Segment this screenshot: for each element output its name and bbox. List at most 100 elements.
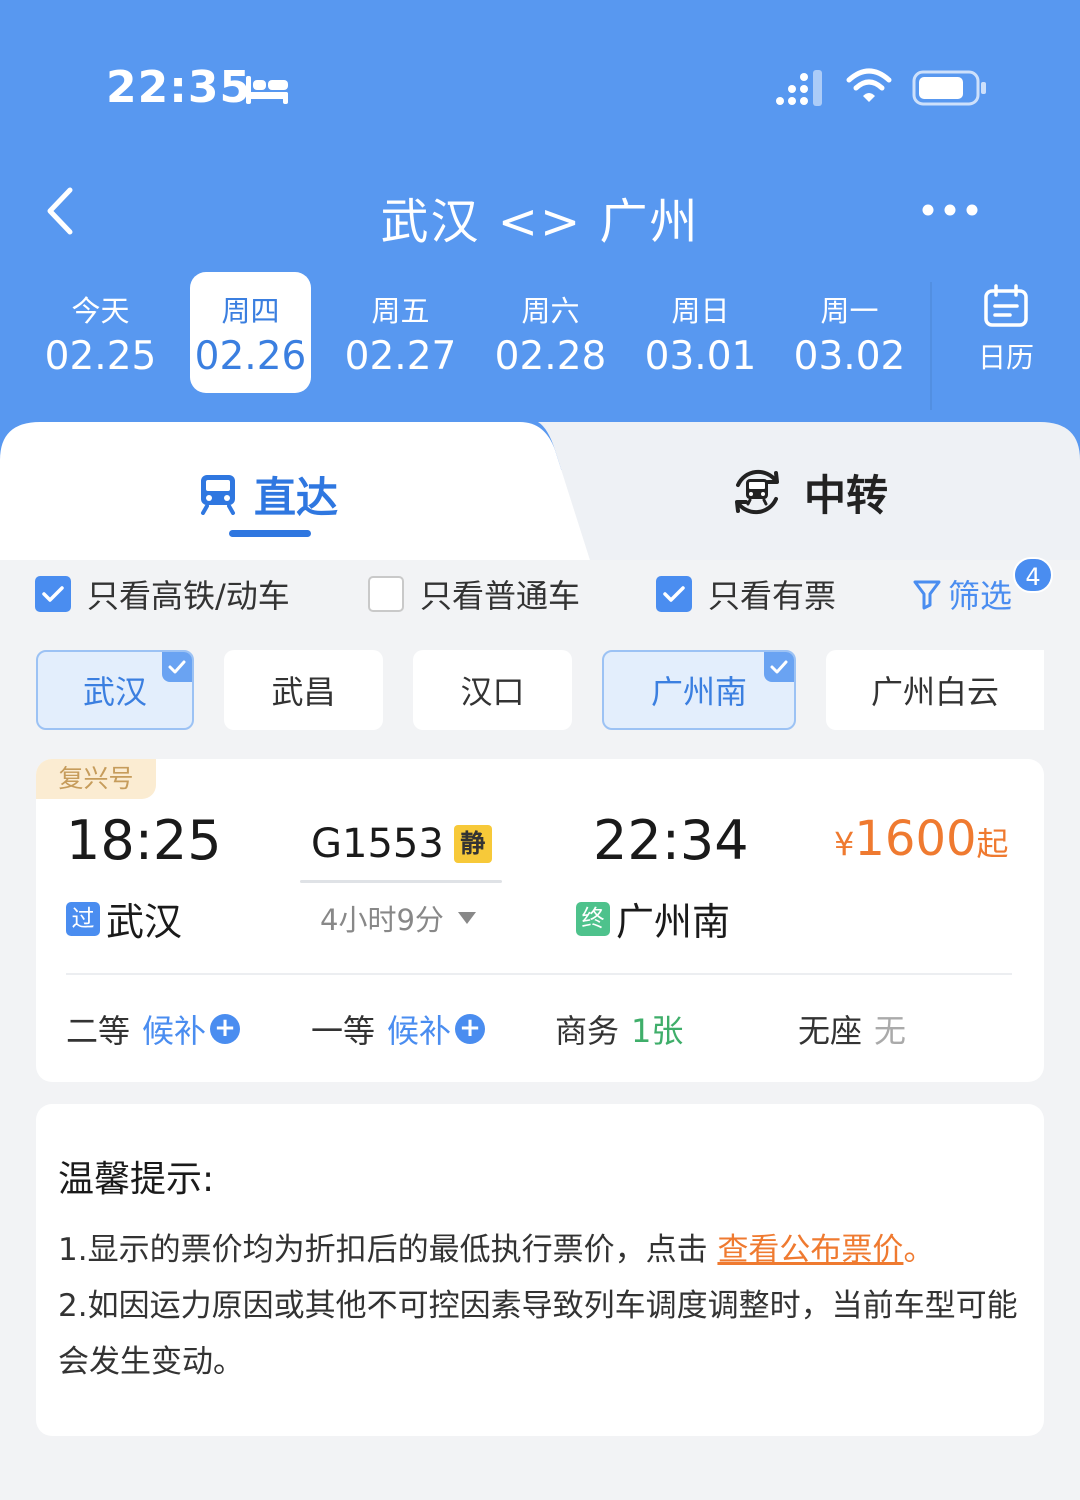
selected-check-icon xyxy=(162,652,192,682)
station-chip-guangzhou-baiyun[interactable]: 广州白云 xyxy=(826,650,1044,730)
seat-status: 候补 xyxy=(142,1012,207,1050)
duration-line xyxy=(300,880,502,883)
triangle-down-icon xyxy=(457,912,476,924)
seat-business-class[interactable]: 商务 1张 xyxy=(555,1007,683,1051)
pass-through-tag: 过 xyxy=(66,901,100,936)
seat-class-label: 一等 xyxy=(311,1012,376,1050)
wifi-icon xyxy=(846,68,892,102)
tab-transfer[interactable]: 中转 xyxy=(728,462,888,522)
published-fare-link[interactable]: 查看公布票价 xyxy=(717,1232,903,1268)
seat-status: 1张 xyxy=(631,1012,684,1050)
date-item-0225[interactable]: 今天 02.25 xyxy=(40,272,161,393)
date-value: 02.26 xyxy=(194,334,307,379)
filter-button-label: 筛选 xyxy=(948,577,1013,615)
divider xyxy=(66,973,1012,975)
checkbox-unchecked-icon[interactable] xyxy=(368,576,404,612)
price-value: 1600 xyxy=(854,811,977,867)
date-item-0227[interactable]: 周五 02.27 xyxy=(340,272,461,393)
seat-no-seat[interactable]: 无座 无 xyxy=(798,1007,906,1051)
tips-line-2: 2.如因运力原因或其他不可控因素导致列车调度调整时，当前车型可能会发生变动。 xyxy=(58,1288,1018,1380)
tab-direct[interactable]: 直达 xyxy=(198,464,338,524)
tab-transfer-label: 中转 xyxy=(804,470,889,520)
active-tab-indicator xyxy=(229,530,311,537)
date-value: 02.25 xyxy=(44,334,157,379)
divider xyxy=(930,282,932,410)
arrival-station-name: 广州南 xyxy=(616,900,731,944)
tab-background xyxy=(0,422,1080,560)
arrival-time: 22:34 xyxy=(593,809,749,872)
date-value: 03.01 xyxy=(644,334,757,379)
filter-label: 只看高铁/动车 xyxy=(87,577,290,615)
calendar-icon xyxy=(984,284,1028,327)
seat-class-label: 无座 xyxy=(798,1012,863,1050)
departure-time: 18:25 xyxy=(66,809,222,872)
terminal-tag: 终 xyxy=(576,901,610,936)
plus-icon: + xyxy=(210,1014,241,1044)
filter-label: 只看有票 xyxy=(708,577,837,615)
date-weekday: 周日 xyxy=(671,294,730,328)
departure-station: 过 武汉 xyxy=(66,891,182,946)
seat-first-class[interactable]: 一等 候补 + xyxy=(311,1007,486,1051)
seat-status: 候补 xyxy=(387,1012,452,1050)
station-chip-hankou[interactable]: 汉口 xyxy=(413,650,572,730)
seat-status: 无 xyxy=(874,1012,907,1050)
duration-toggle[interactable]: 4小时9分 xyxy=(320,897,480,939)
date-item-0301[interactable]: 周日 03.01 xyxy=(640,272,761,393)
checkbox-checked-icon[interactable] xyxy=(35,576,71,612)
station-chip-label: 武汉 xyxy=(82,673,147,711)
date-value: 02.27 xyxy=(344,334,457,379)
battery-icon xyxy=(912,70,986,106)
price-currency: ¥ xyxy=(834,825,855,863)
filter-label: 只看普通车 xyxy=(420,577,581,615)
tips-line-1-text: 1.显示的票价均为折扣后的最低执行票价，点击 xyxy=(58,1232,718,1268)
date-item-0228[interactable]: 周六 02.28 xyxy=(490,272,611,393)
checkbox-checked-icon[interactable] xyxy=(656,576,692,612)
station-chip-wuhan[interactable]: 武汉 xyxy=(36,650,194,730)
more-icon[interactable] xyxy=(918,195,982,225)
transfer-icon xyxy=(735,469,779,515)
price-suffix: 起 xyxy=(976,825,1009,863)
duration-text: 4小时9分 xyxy=(320,903,444,937)
filter-button[interactable]: 筛选 xyxy=(912,572,1012,616)
date-weekday: 今天 xyxy=(71,294,130,328)
station-chip-label: 汉口 xyxy=(460,673,525,711)
train-number-text: G1553 xyxy=(311,821,444,867)
tips-line-1-end: 。 xyxy=(903,1232,935,1268)
date-item-0302[interactable]: 周一 03.02 xyxy=(789,272,910,393)
train-number: G1553 静 xyxy=(311,821,492,867)
seat-class-label: 商务 xyxy=(555,1012,620,1050)
quiet-car-badge: 静 xyxy=(453,825,492,863)
price: ¥ 1600 起 xyxy=(834,811,1009,867)
seat-class-label: 二等 xyxy=(66,1012,131,1050)
funnel-icon xyxy=(913,580,941,610)
seat-second-class[interactable]: 二等 候补 + xyxy=(66,1007,241,1051)
date-item-0226[interactable]: 周四 02.26 xyxy=(190,272,311,393)
station-chip-wuchang[interactable]: 武昌 xyxy=(224,650,383,730)
calendar-button[interactable]: 日历 xyxy=(960,284,1052,384)
arrival-station: 终 广州南 xyxy=(576,891,730,946)
train-type-tag: 复兴号 xyxy=(36,759,156,799)
date-weekday: 周四 xyxy=(221,294,280,328)
station-chip-label: 武昌 xyxy=(271,673,336,711)
tips-card: 温馨提示: 1.显示的票价均为折扣后的最低执行票价，点击 查看公布票价。 2.如… xyxy=(36,1104,1044,1436)
cellular-signal-icon xyxy=(776,70,822,106)
tab-bar: 直达 中转 xyxy=(0,420,1080,560)
date-weekday: 周五 xyxy=(371,294,430,328)
station-chip-guangzhou-south[interactable]: 广州南 xyxy=(602,650,796,730)
date-weekday: 周一 xyxy=(820,294,879,328)
date-value: 02.28 xyxy=(494,334,607,379)
tips-body: 1.显示的票价均为折扣后的最低执行票价，点击 查看公布票价。 2.如因运力原因或… xyxy=(58,1222,1028,1390)
selected-check-icon xyxy=(764,652,794,682)
tips-title: 温馨提示: xyxy=(58,1159,215,1200)
filter-regular-train[interactable]: 只看普通车 xyxy=(368,572,580,616)
station-chip-label: 广州南 xyxy=(650,673,747,711)
filter-count-badge: 4 xyxy=(1013,557,1053,593)
status-time: 22:35 xyxy=(106,62,252,113)
filter-high-speed[interactable]: 只看高铁/动车 xyxy=(35,572,290,616)
plus-icon: + xyxy=(455,1014,486,1044)
filter-available-only[interactable]: 只看有票 xyxy=(656,572,836,616)
station-chip-label: 广州白云 xyxy=(870,673,999,711)
tab-direct-label: 直达 xyxy=(254,472,339,522)
header: 22:35 武汉 <> 广州 今天 02.25 周四 02.26 周五 02.2… xyxy=(0,0,1080,470)
train-card[interactable]: 复兴号 18:25 过 武汉 G1553 静 4小时9分 22:34 终 广州南… xyxy=(36,759,1044,1082)
